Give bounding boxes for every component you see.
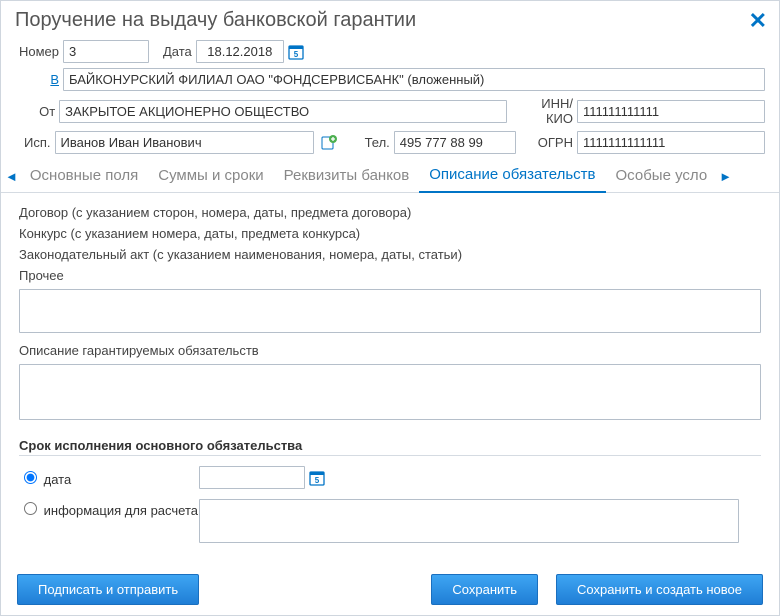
deadline-calc-textarea[interactable]: [199, 499, 739, 543]
tel-input[interactable]: [394, 131, 516, 154]
other-textarea[interactable]: [19, 289, 761, 333]
add-contact-icon[interactable]: [321, 135, 337, 151]
number-label: Номер: [15, 44, 59, 59]
svg-text:5: 5: [294, 50, 299, 59]
other-label: Прочее: [19, 268, 761, 283]
deadline-date-label: дата: [44, 472, 72, 487]
date-label: Дата: [163, 44, 192, 59]
date-input[interactable]: [196, 40, 284, 63]
svg-text:5: 5: [315, 476, 320, 485]
obligation-desc-textarea[interactable]: [19, 364, 761, 420]
contract-hint: Договор (с указанием сторон, номера, дат…: [19, 205, 761, 220]
tab-sums-terms[interactable]: Суммы и сроки: [148, 161, 273, 192]
tender-hint: Конкурс (с указанием номера, даты, предм…: [19, 226, 761, 241]
window-title: Поручение на выдачу банковской гарантии: [15, 9, 416, 32]
in-label[interactable]: В: [15, 72, 59, 87]
close-icon[interactable]: ✕: [749, 10, 767, 32]
divider: [19, 455, 761, 456]
number-input[interactable]: [63, 40, 149, 63]
tab-obligations[interactable]: Описание обязательств: [419, 160, 605, 193]
save-create-new-button[interactable]: Сохранить и создать новое: [556, 574, 763, 605]
deadline-date-input[interactable]: [199, 466, 305, 489]
tel-label: Тел.: [365, 135, 390, 150]
tab-bar: ◄ Основные поля Суммы и сроки Реквизиты …: [1, 160, 779, 193]
obligation-desc-label: Описание гарантируемых обязательств: [19, 343, 761, 358]
tab-bank-details[interactable]: Реквизиты банков: [274, 161, 420, 192]
from-input[interactable]: [59, 100, 507, 123]
tab-scroll-left-icon[interactable]: ◄: [3, 169, 20, 184]
save-button[interactable]: Сохранить: [431, 574, 538, 605]
deadline-date-radio[interactable]: [24, 471, 37, 484]
inn-input[interactable]: [577, 100, 765, 123]
inn-label: ИНН/КИО: [519, 96, 573, 126]
law-hint: Законодательный акт (с указанием наимено…: [19, 247, 761, 262]
executor-input[interactable]: [55, 131, 314, 154]
bank-input[interactable]: [63, 68, 765, 91]
sign-send-button[interactable]: Подписать и отправить: [17, 574, 199, 605]
calendar-icon[interactable]: 5: [308, 469, 326, 487]
from-label: От: [15, 104, 55, 119]
deadline-calc-label: информация для расчета: [44, 503, 198, 518]
isp-label: Исп.: [15, 135, 51, 150]
calendar-icon[interactable]: 5: [287, 43, 305, 61]
ogrn-label: ОГРН: [538, 135, 573, 150]
deadline-calc-radio[interactable]: [24, 502, 37, 515]
tab-scroll-right-icon[interactable]: ►: [717, 169, 734, 184]
ogrn-input[interactable]: [577, 131, 765, 154]
deadline-section-head: Срок исполнения основного обязательства: [19, 438, 761, 453]
tab-special-conditions[interactable]: Особые усло: [606, 161, 718, 192]
tab-basic-fields[interactable]: Основные поля: [20, 161, 148, 192]
